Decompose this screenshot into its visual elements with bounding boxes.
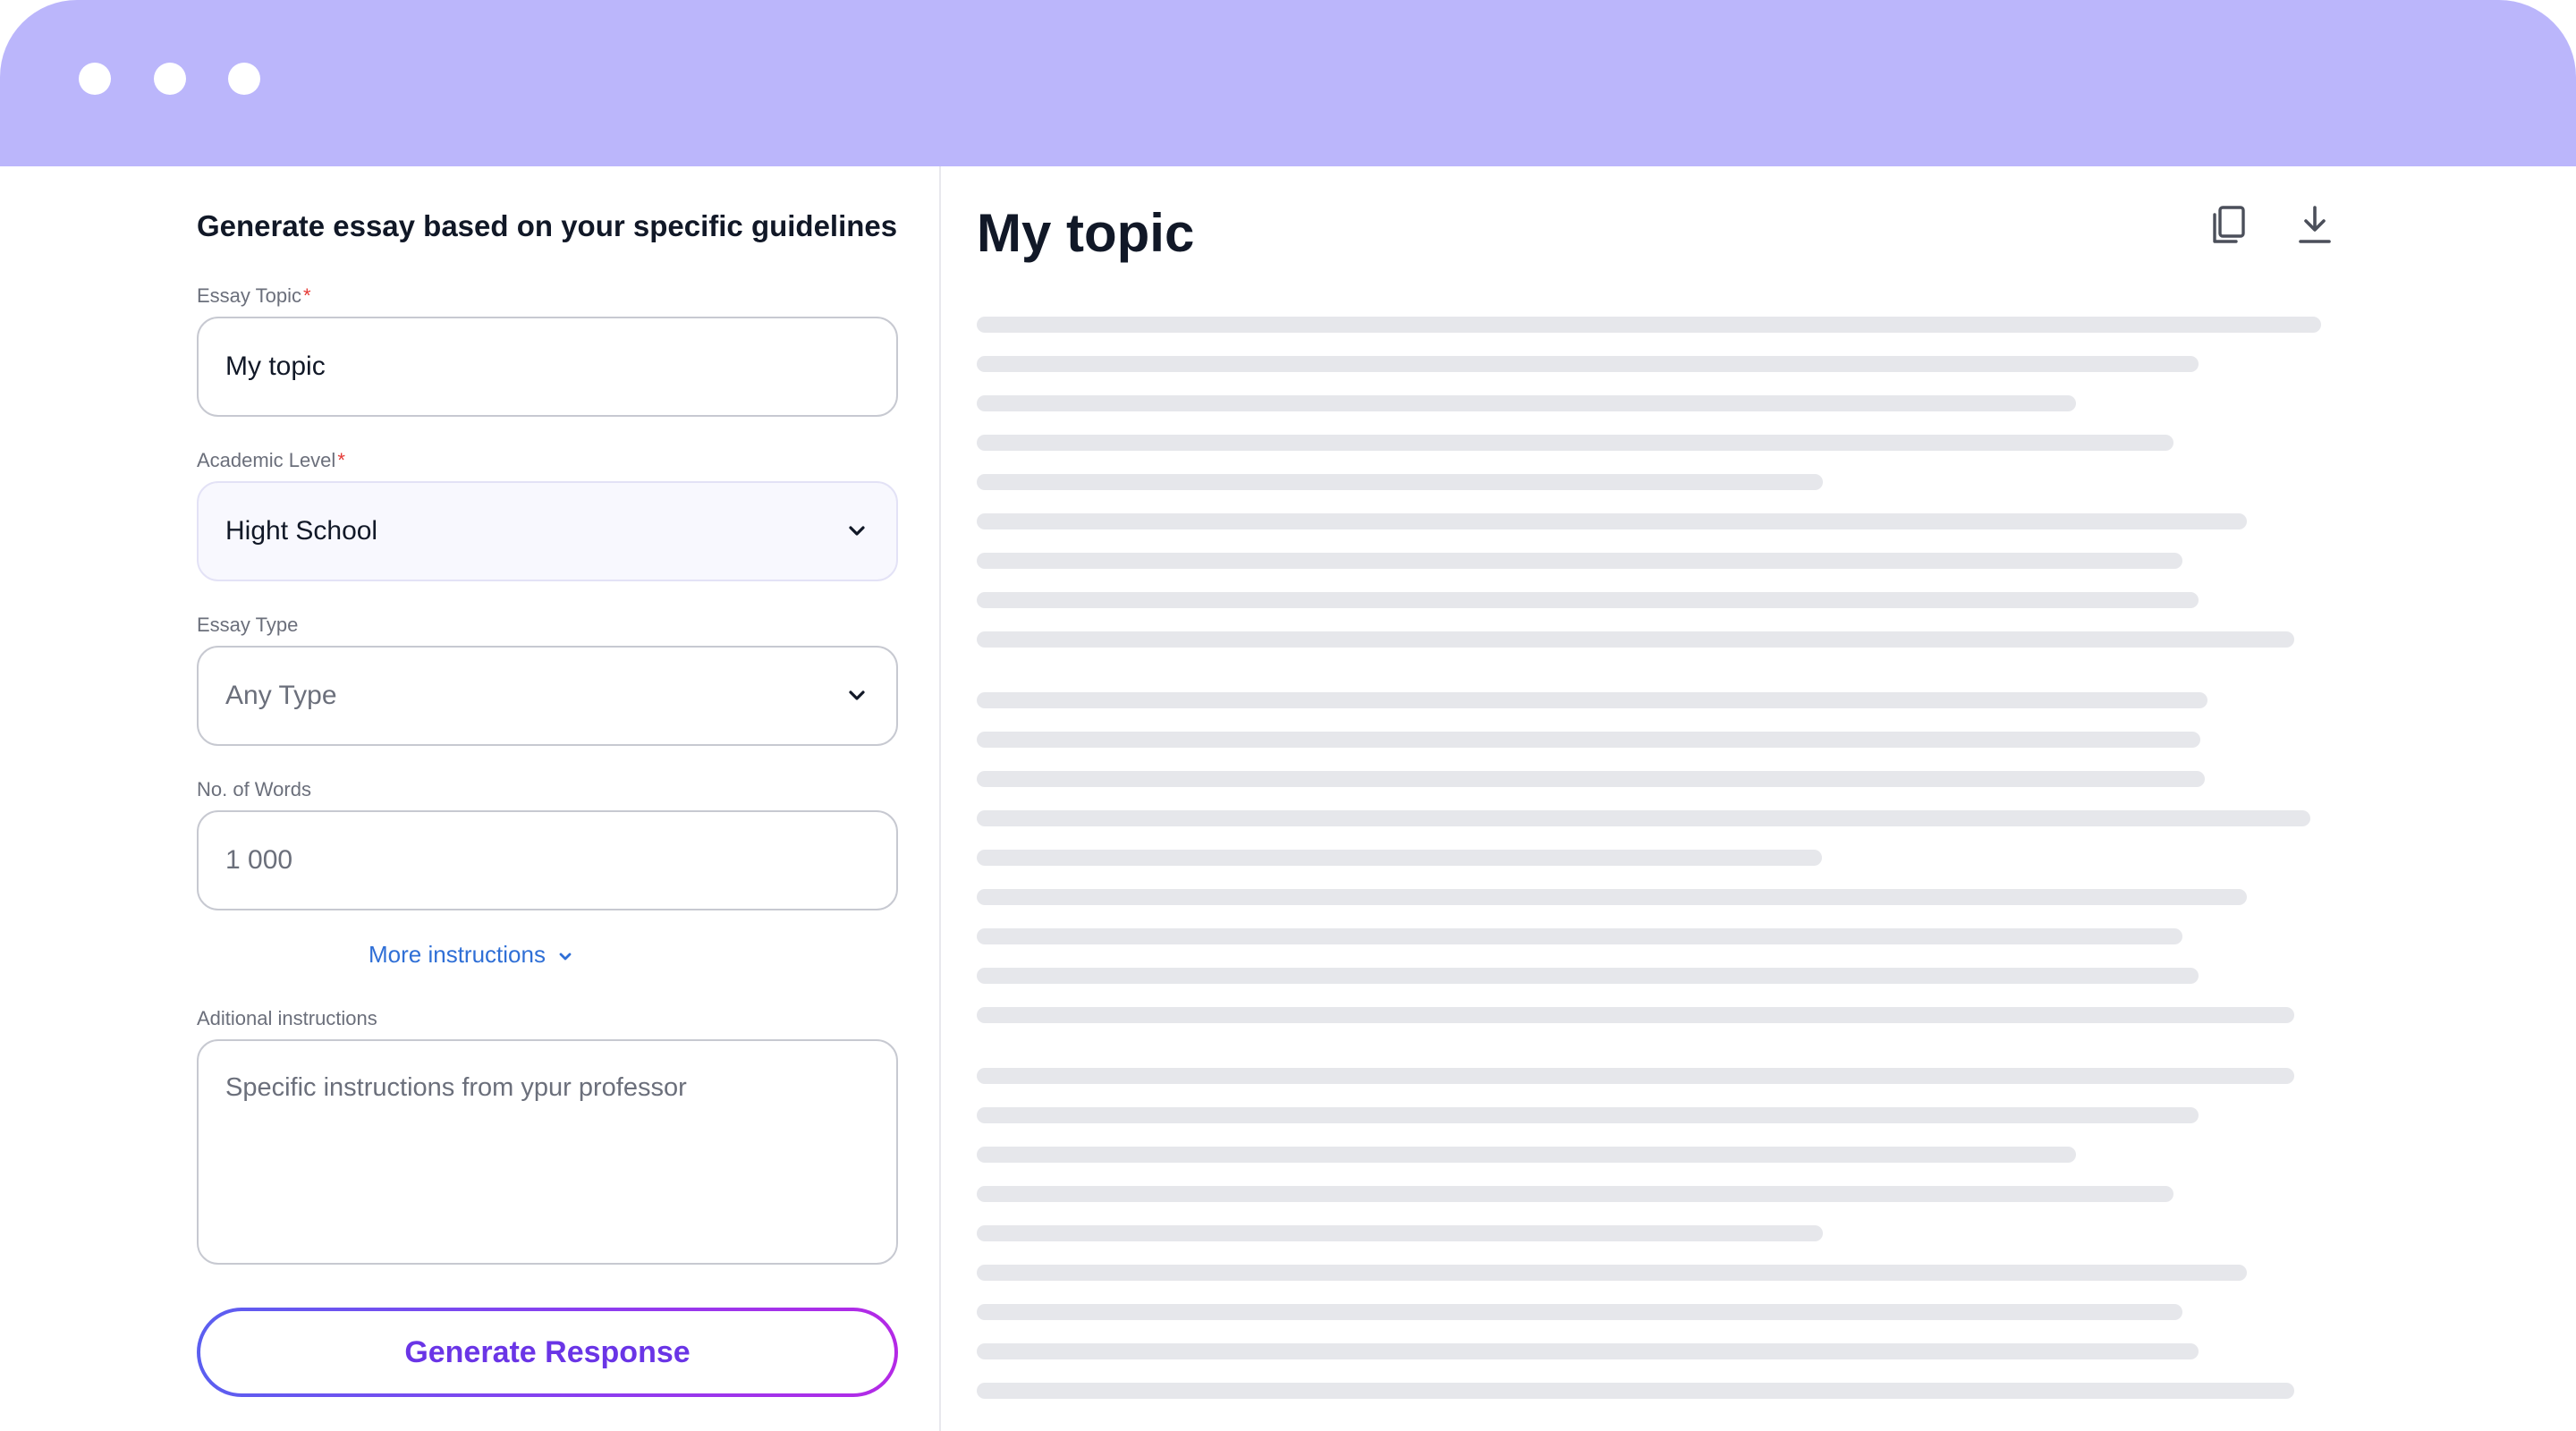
placeholder-text-line: [977, 1107, 2199, 1123]
chevron-down-icon: [844, 683, 869, 708]
placeholder-text-line: [977, 732, 2200, 748]
placeholder-text-line: [977, 513, 2247, 529]
required-mark: *: [337, 449, 345, 471]
words-input[interactable]: 1 000: [197, 810, 898, 910]
academic-level-label: Academic Level*: [197, 449, 345, 472]
required-mark: *: [302, 284, 311, 307]
placeholder-text-line: [977, 1147, 2076, 1163]
essay-topic-value: My topic: [225, 351, 326, 381]
academic-level-value: Hight School: [225, 516, 378, 546]
essay-type-select[interactable]: Any Type: [197, 646, 898, 746]
academic-level-select[interactable]: Hight School: [197, 481, 898, 581]
placeholder-text-line: [977, 1343, 2199, 1359]
placeholder-text-line: [977, 928, 2182, 944]
placeholder-text-line: [977, 692, 2207, 708]
window-dot[interactable]: [228, 63, 260, 95]
essay-topic-label: Essay Topic*: [197, 284, 311, 308]
placeholder-text-line: [977, 553, 2182, 569]
placeholder-text-line: [977, 810, 2310, 826]
app-window: Generate essay based on your specific gu…: [0, 0, 2576, 1431]
window-dot[interactable]: [79, 63, 111, 95]
placeholder-text-line: [977, 1383, 2294, 1399]
words-value: 1 000: [225, 845, 293, 875]
placeholder-text-line: [977, 1225, 1823, 1241]
placeholder-text-line: [977, 356, 2199, 372]
placeholder-text-line: [977, 1186, 2174, 1202]
placeholder-text-line: [977, 771, 2205, 787]
additional-instructions-label: Aditional instructions: [197, 1007, 377, 1029]
academic-level-label-text: Academic Level: [197, 449, 336, 471]
placeholder-text-line: [977, 592, 2199, 608]
copy-icon[interactable]: [2209, 204, 2249, 247]
placeholder-text-line: [977, 395, 2076, 411]
placeholder-text-line: [977, 631, 2294, 648]
more-instructions-label: More instructions: [369, 941, 546, 968]
placeholder-text-line: [977, 850, 1822, 866]
generate-response-button[interactable]: Generate Response: [197, 1308, 898, 1397]
document-title: My topic: [977, 203, 1195, 263]
form-title: Generate essay based on your specific gu…: [197, 209, 898, 242]
essay-topic-label-text: Essay Topic: [197, 284, 301, 307]
essay-form-panel: Generate essay based on your specific gu…: [0, 166, 941, 1431]
placeholder-text-line: [977, 889, 2247, 905]
essay-type-value: Any Type: [225, 681, 337, 710]
essay-preview-panel: My topic: [943, 166, 2576, 1431]
additional-instructions-textarea[interactable]: Specific instructions from ypur professo…: [197, 1039, 898, 1265]
chevron-down-icon: [844, 519, 869, 544]
placeholder-text-line: [977, 474, 1823, 490]
download-icon[interactable]: [2295, 204, 2334, 247]
additional-instructions-placeholder: Specific instructions from ypur professo…: [225, 1073, 687, 1102]
essay-topic-input[interactable]: My topic: [197, 317, 898, 417]
chevron-down-icon: [558, 941, 572, 969]
more-instructions-toggle[interactable]: More instructions: [0, 941, 941, 969]
window-titlebar: [0, 0, 2576, 166]
window-dot[interactable]: [154, 63, 186, 95]
generate-response-label: Generate Response: [200, 1311, 894, 1393]
essay-type-label: Essay Type: [197, 614, 299, 636]
placeholder-text-line: [977, 1068, 2294, 1084]
words-label: No. of Words: [197, 778, 311, 800]
placeholder-text-line: [977, 1304, 2182, 1320]
placeholder-text-line: [977, 317, 2321, 333]
placeholder-text-line: [977, 968, 2199, 984]
placeholder-text-line: [977, 1265, 2247, 1281]
placeholder-text-line: [977, 1007, 2294, 1023]
placeholder-text-line: [977, 435, 2174, 451]
